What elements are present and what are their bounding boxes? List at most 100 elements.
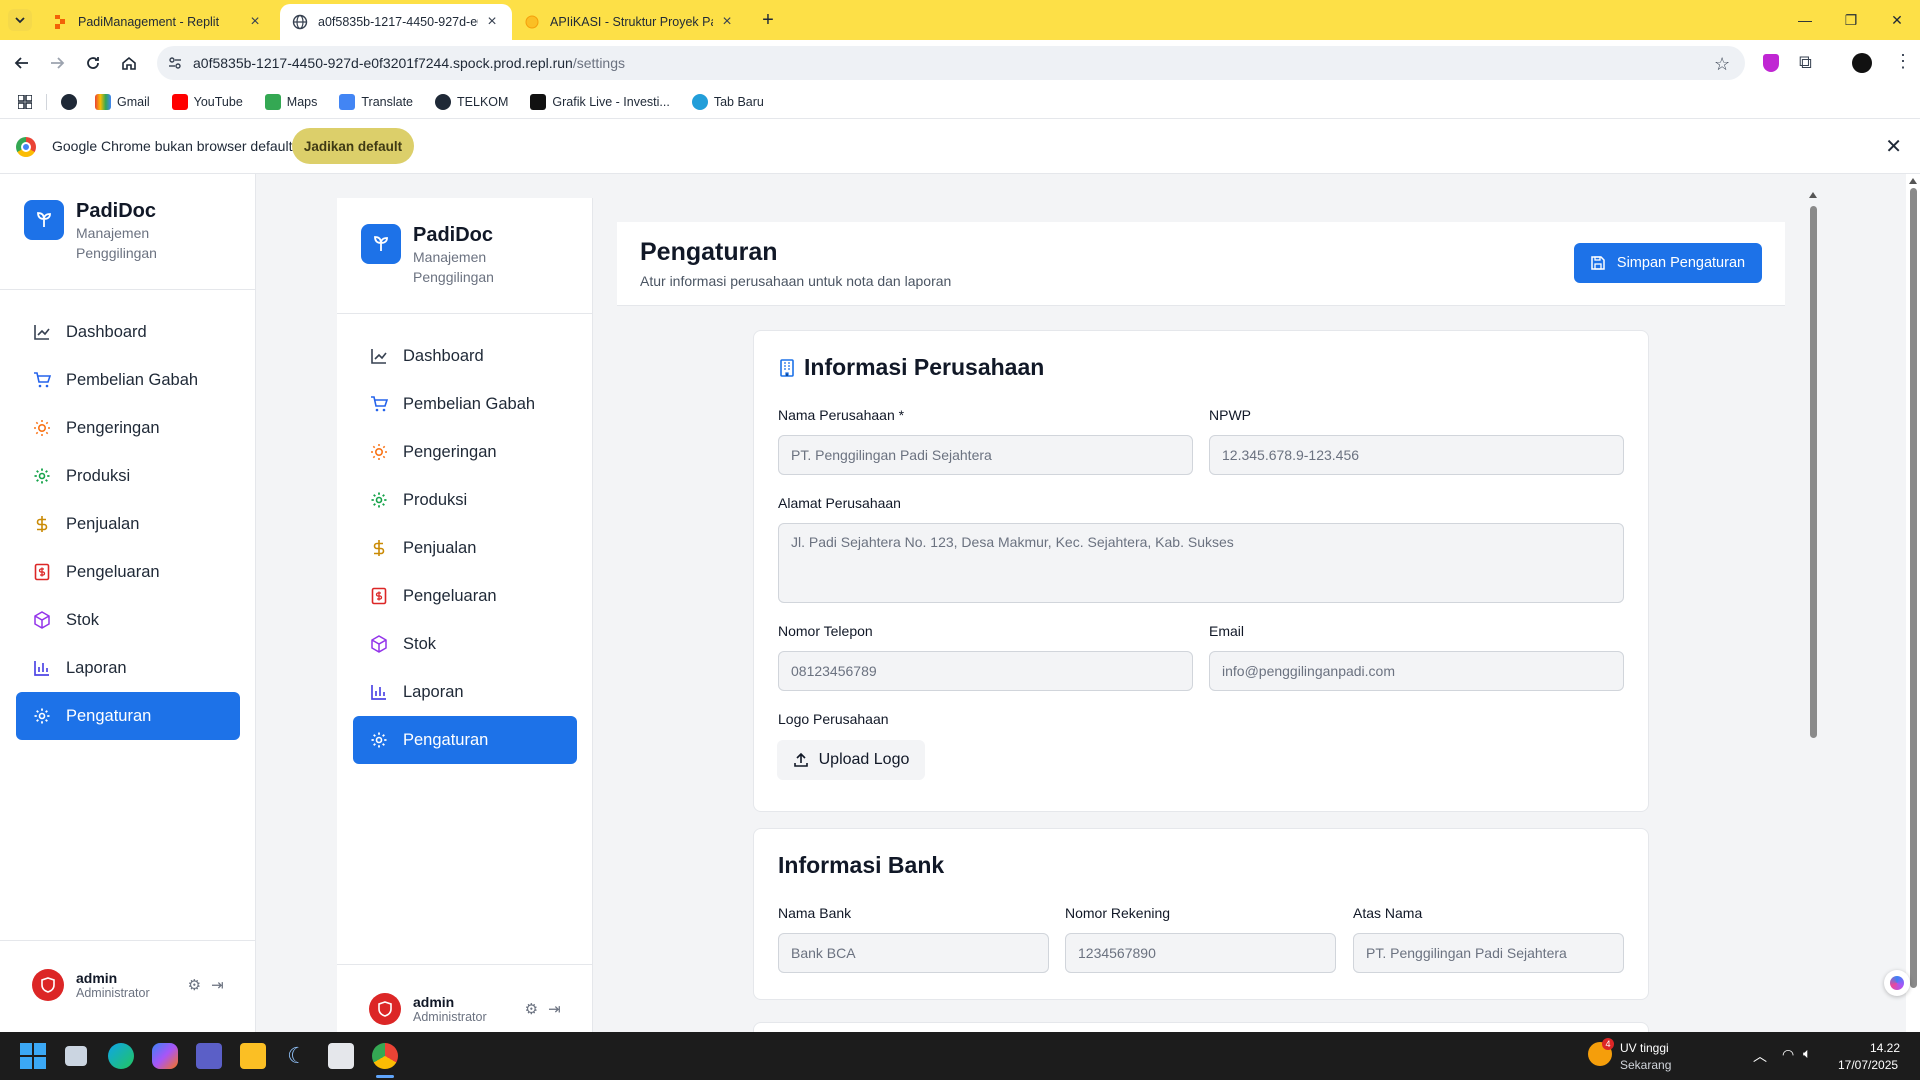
close-window-button[interactable]: ✕ [1874,8,1920,32]
wifi-icon[interactable]: ◠ [1782,1046,1794,1063]
home-button[interactable] [118,52,140,74]
browser-tab[interactable]: PadiManagement - Replit × [40,4,275,40]
bookmark-translate[interactable]: Translate [339,94,413,110]
minimize-button[interactable]: — [1782,8,1828,32]
sidebar-item-label: Laporan [66,658,127,677]
sidebar-item-pembelian-gabah[interactable]: Pembelian Gabah [353,380,577,428]
clock-date[interactable]: 17/07/2025 [1838,1058,1898,1072]
bookmark-telkom[interactable]: TELKOM [435,94,508,110]
clock-time[interactable]: 14.22 [1870,1041,1900,1055]
close-icon[interactable]: × [484,13,500,30]
edge-icon[interactable] [108,1043,134,1069]
sidebar-item-pengaturan[interactable]: Pengaturan [353,716,577,764]
bookmark-investing[interactable]: Grafik Live - Investi... [530,94,670,110]
address-label: Alamat Perusahaan [778,495,901,511]
sidebar-item-dashboard[interactable]: Dashboard [353,332,577,380]
sidebar-item-label: Pengeringan [66,418,160,437]
sidebar-item-laporan[interactable]: Laporan [353,668,577,716]
close-icon[interactable]: × [247,13,263,30]
upload-logo-button[interactable]: Upload Logo [777,740,925,780]
email-label: Email [1209,623,1245,639]
site-info-icon[interactable] [167,55,183,71]
close-icon[interactable]: × [719,13,735,30]
address-textarea[interactable]: Jl. Padi Sejahtera No. 123, Desa Makmur,… [778,523,1624,603]
sidebar-item-dashboard[interactable]: Dashboard [16,308,240,356]
url-text[interactable]: a0f5835b-1217-4450-927d-e0f3201f7244.spo… [193,55,625,71]
sidebar-item-stok[interactable]: Stok [16,596,240,644]
menu-kebab-icon[interactable]: ⋮ [1894,51,1912,72]
gmail-icon [95,94,111,110]
npwp-input[interactable]: 12.345.678.9-123.456 [1209,435,1624,475]
copilot-icon[interactable] [1884,970,1910,996]
sidebar-item-pengeringan[interactable]: Pengeringan [353,428,577,476]
save-settings-button[interactable]: Simpan Pengaturan [1574,243,1762,283]
sidebar-item-pembelian-gabah[interactable]: Pembelian Gabah [16,356,240,404]
sidebar-item-laporan[interactable]: Laporan [16,644,240,692]
company-name-input[interactable]: PT. Penggilingan Padi Sejahtera [778,435,1193,475]
bookmark-tab-baru[interactable]: Tab Baru [691,94,764,110]
apps-grid-icon[interactable] [18,95,32,109]
sidebar-item-stok[interactable]: Stok [353,620,577,668]
profile-avatar[interactable] [1852,53,1872,73]
store-icon[interactable] [328,1043,354,1069]
bookmark-maps[interactable]: Maps [264,94,317,110]
forward-button[interactable] [46,52,68,74]
restore-button[interactable]: ❐ [1828,8,1874,32]
user-name: admin [413,994,455,1010]
package-icon [369,634,389,654]
scroll-thumb[interactable] [1810,206,1817,738]
email-input[interactable]: info@penggilinganpadi.com [1209,651,1624,691]
logout-icon[interactable]: ⇥ [211,976,224,994]
set-default-button[interactable]: Jadikan default [292,128,414,164]
scrollbar[interactable] [1806,174,1820,1032]
sidebar-item-produksi[interactable]: Produksi [353,476,577,524]
sidebar-item-pengaturan[interactable]: Pengaturan [16,692,240,740]
sidebar-item-penjualan[interactable]: Penjualan [16,500,240,548]
sidebar-item-pengeringan[interactable]: Pengeringan [16,404,240,452]
cart-icon [32,370,52,390]
account-holder-input[interactable]: PT. Penggilingan Padi Sejahtera [1353,933,1624,973]
account-number-input[interactable]: 1234567890 [1065,933,1336,973]
sidebar-item-penjualan[interactable]: Penjualan [353,524,577,572]
windows-start-icon[interactable] [20,1043,46,1069]
browser-tab-active[interactable]: a0f5835b-1217-4450-927d-e0f × [280,4,512,40]
sidebar-item-label: Pengeluaran [403,586,497,605]
reload-button[interactable] [82,52,104,74]
home-icon [122,56,136,70]
sidebar-item-produksi[interactable]: Produksi [16,452,240,500]
file-explorer-icon[interactable] [240,1043,266,1069]
sidebar-item-pengeluaran[interactable]: Pengeluaran [16,548,240,596]
browser-tab[interactable]: APIiKASI - Struktur Proyek Padi × [512,4,747,40]
new-tab-button[interactable]: + [756,9,780,31]
arrow-left-icon [14,57,28,69]
close-icon[interactable]: ✕ [1885,134,1902,159]
bookmark-globe[interactable] [61,94,83,110]
bookmark-gmail[interactable]: Gmail [95,94,150,110]
gear-icon[interactable]: ⚙ [188,976,201,994]
phone-input[interactable]: 08123456789 [778,651,1193,691]
volume-icon[interactable]: 🔈︎ [1803,1045,1811,1062]
chrome-taskbar-icon[interactable] [372,1043,398,1069]
copilot-taskbar-icon[interactable] [152,1043,178,1069]
sidebar-item-pengeluaran[interactable]: Pengeluaran [353,572,577,620]
bookmark-youtube[interactable]: YouTube [171,94,243,110]
moon-app-icon[interactable]: ☾ [284,1043,310,1069]
extensions-puzzle-icon[interactable]: ⧉ [1799,52,1812,73]
gear-icon[interactable]: ⚙ [525,1000,538,1018]
maps-icon [264,94,281,110]
sidebar-item-label: Produksi [66,466,131,485]
right-edge-scrollbar[interactable] [1906,174,1920,1032]
translate-icon [339,94,356,110]
extension-shield-icon[interactable] [1763,54,1779,72]
back-button[interactable] [11,52,33,74]
bank-name-input[interactable]: Bank BCA [778,933,1049,973]
teams-icon[interactable] [196,1043,222,1069]
tab-search-button[interactable] [8,9,32,31]
bookmark-star-icon[interactable]: ☆ [1714,54,1730,75]
tray-chevron-up-icon[interactable]: ︿ [1753,1046,1767,1066]
settings-gear-icon [32,706,52,726]
logout-icon[interactable]: ⇥ [548,1000,561,1018]
task-view-icon[interactable] [65,1046,87,1066]
package-icon [32,610,52,630]
scroll-up-arrow[interactable] [1809,192,1817,198]
